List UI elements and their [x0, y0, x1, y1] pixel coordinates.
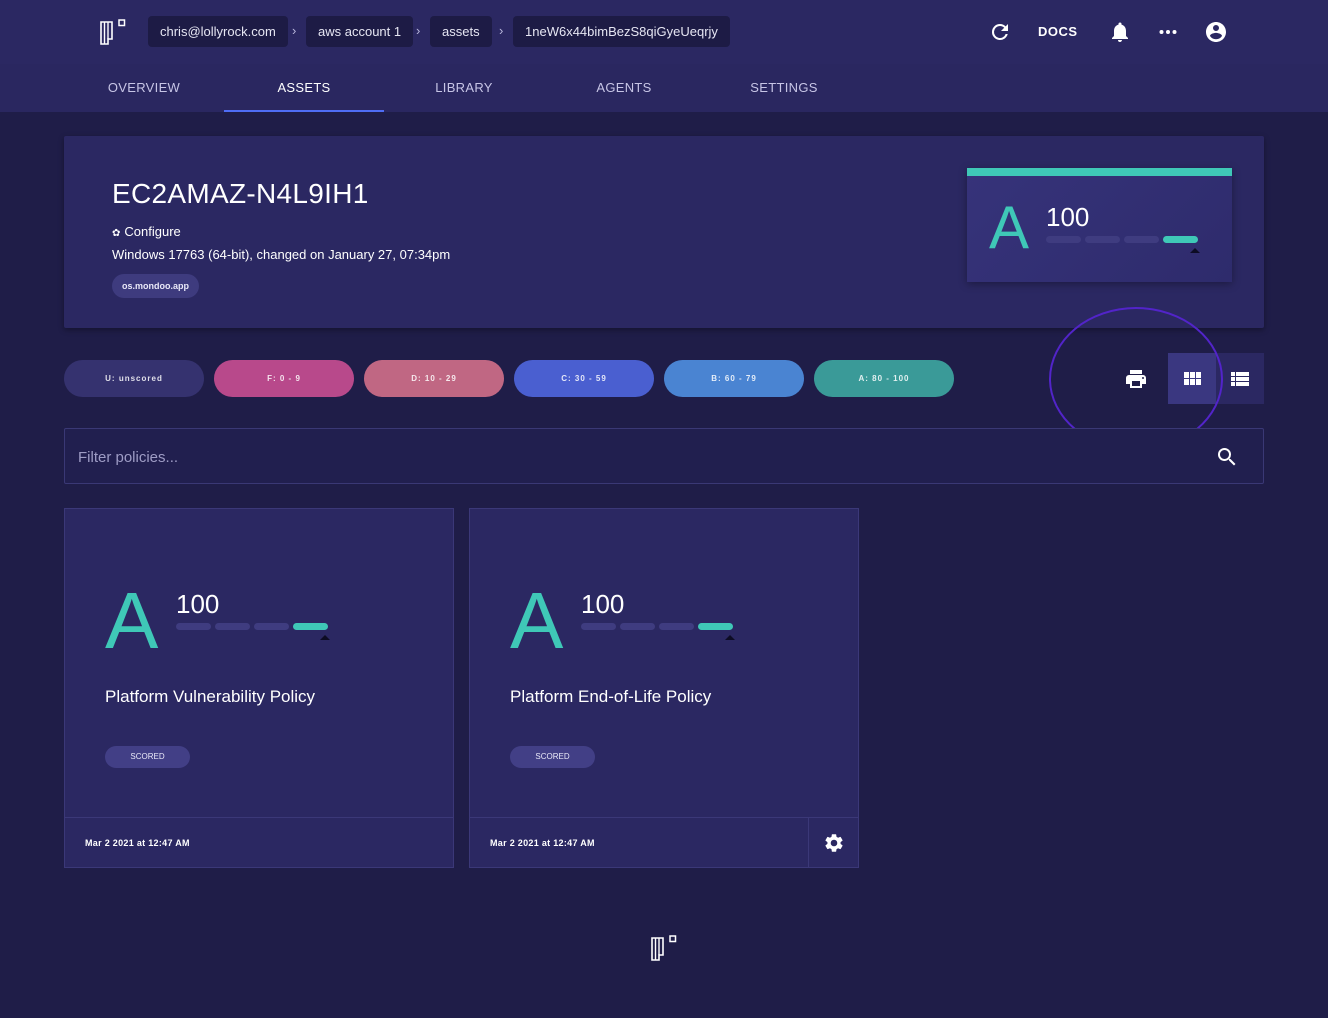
breadcrumb-user[interactable]: chris@lollyrock.com — [148, 16, 288, 47]
status-badge: SCORED — [510, 746, 595, 768]
filter-grade-a[interactable]: A: 80 - 100 — [814, 360, 954, 397]
tab-bar: OVERVIEW ASSETS LIBRARY AGENTS SETTINGS — [0, 64, 1328, 112]
policy-date: Mar 2 2021 at 12:47 AM — [490, 838, 595, 848]
policy-filter-box — [64, 428, 1264, 484]
status-badge: SCORED — [105, 746, 190, 768]
breadcrumb-separator: › — [416, 23, 421, 38]
card-footer: Mar 2 2021 at 12:47 AM — [65, 817, 453, 867]
score-marker — [320, 635, 330, 640]
score-value: 100 — [581, 589, 625, 619]
list-view-button[interactable] — [1216, 353, 1264, 404]
filter-grade-d[interactable]: D: 10 - 29 — [364, 360, 504, 397]
more-horizontal-icon[interactable] — [1156, 20, 1180, 44]
filter-unscored[interactable]: U: unscored — [64, 360, 204, 397]
asset-tag[interactable]: os.mondoo.app — [112, 274, 199, 298]
policy-name[interactable]: Platform Vulnerability Policy — [105, 687, 315, 707]
score-segment — [1046, 236, 1081, 243]
breadcrumb-account[interactable]: aws account 1 — [306, 16, 414, 47]
bell-icon[interactable] — [1108, 20, 1132, 44]
score-segment — [176, 623, 211, 630]
tab-assets[interactable]: ASSETS — [224, 64, 384, 112]
top-bar: chris@lollyrock.com › aws account 1 › as… — [0, 0, 1328, 64]
asset-description: Windows 17763 (64-bit), changed on Janua… — [112, 247, 451, 262]
gear-icon — [824, 834, 843, 852]
policy-date: Mar 2 2021 at 12:47 AM — [85, 838, 190, 848]
score-value: 100 — [176, 589, 220, 619]
policy-card[interactable]: A 100 Platform End-of-Life Policy SCORED… — [469, 508, 859, 868]
score-segment — [1124, 236, 1159, 243]
policy-card[interactable]: A 100 Platform Vulnerability Policy SCOR… — [64, 508, 454, 868]
policy-name[interactable]: Platform End-of-Life Policy — [510, 687, 711, 707]
gear-icon: ✿ — [112, 228, 121, 239]
docs-link[interactable]: DOCS — [1038, 24, 1078, 39]
tab-agents[interactable]: AGENTS — [544, 64, 704, 112]
breadcrumb-separator: › — [292, 23, 297, 38]
tab-overview[interactable]: OVERVIEW — [64, 64, 224, 112]
policy-filter-input[interactable] — [78, 443, 1178, 471]
score-segment — [659, 623, 694, 630]
account-circle-icon[interactable] — [1204, 20, 1228, 44]
asset-header-card: EC2AMAZ-N4L9IH1 ✿ Configure Windows 17763… — [64, 136, 1264, 328]
breadcrumb-assets[interactable]: assets — [430, 16, 492, 47]
breadcrumb-separator: › — [499, 23, 504, 38]
mondoo-footer-logo — [650, 934, 678, 962]
breadcrumb-asset-id[interactable]: 1neW6x44bimBezS8qiGyeUeqrjy — [513, 16, 730, 47]
asset-title: EC2AMAZ-N4L9IH1 — [112, 178, 369, 209]
score-segment — [254, 623, 289, 630]
score-segment — [581, 623, 616, 630]
policy-settings-button[interactable] — [808, 818, 858, 867]
filter-grade-f[interactable]: F: 0 - 9 — [214, 360, 354, 397]
score-marker — [725, 635, 735, 640]
score-segment-active — [1163, 236, 1198, 243]
score-segment-active — [293, 623, 328, 630]
refresh-icon[interactable] — [988, 20, 1012, 44]
filter-grade-c[interactable]: C: 30 - 59 — [514, 360, 654, 397]
configure-label[interactable]: Configure — [124, 224, 180, 239]
grade-letter: A — [105, 576, 159, 665]
score-segment — [1085, 236, 1120, 243]
score-marker — [1190, 248, 1200, 253]
score-segment — [215, 623, 250, 630]
score-segment — [620, 623, 655, 630]
filter-grade-b[interactable]: B: 60 - 79 — [664, 360, 804, 397]
grade-letter: A — [510, 576, 564, 665]
mondoo-logo[interactable] — [99, 18, 127, 46]
search-icon[interactable] — [1215, 445, 1239, 474]
configure-link[interactable]: ✿ Configure — [112, 224, 181, 239]
grade-letter: A — [989, 194, 1030, 261]
card-footer: Mar 2 2021 at 12:47 AM — [470, 817, 858, 867]
tab-library[interactable]: LIBRARY — [384, 64, 544, 112]
score-value: 100 — [1046, 202, 1090, 232]
score-segment-active — [698, 623, 733, 630]
list-view-icon — [1231, 372, 1249, 386]
asset-score-card: A 100 — [967, 168, 1232, 282]
tab-settings[interactable]: SETTINGS — [704, 64, 864, 112]
score-accent-line — [967, 168, 1232, 176]
